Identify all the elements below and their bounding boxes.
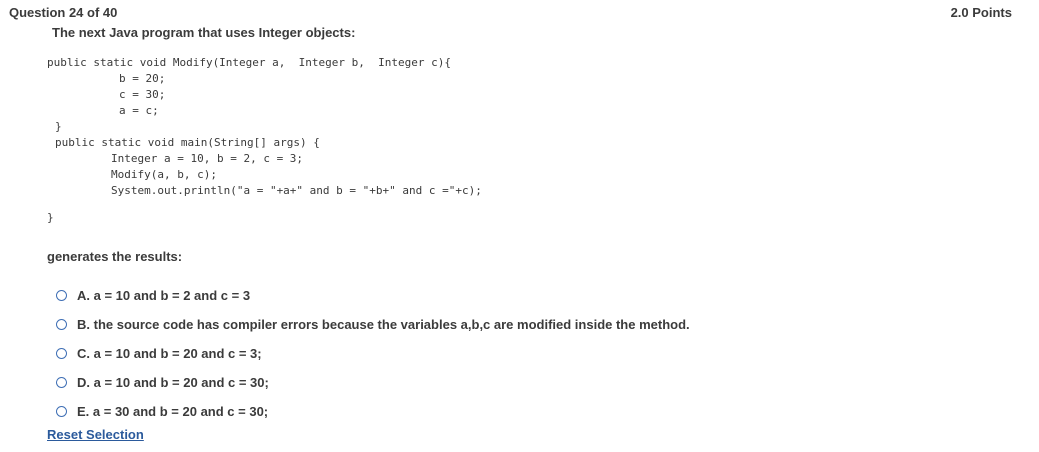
code-line: public static void Modify(Integer a, Int… [47, 56, 451, 69]
code-line: Modify(a, b, c); [111, 168, 217, 181]
option-label: C. a = 10 and b = 20 and c = 3; [77, 345, 262, 361]
question-number: Question 24 of 40 [9, 5, 118, 20]
radio-button[interactable] [56, 347, 67, 359]
code-line: } [47, 211, 54, 224]
radio-button[interactable] [56, 318, 67, 330]
answer-option-e[interactable]: E. a = 30 and b = 20 and c = 30; [56, 402, 268, 420]
option-label: A. a = 10 and b = 2 and c = 3 [77, 287, 251, 303]
code-line: b = 20; [119, 72, 166, 85]
question-intro: The next Java program that uses Integer … [52, 25, 356, 40]
code-line: } [55, 120, 62, 133]
option-label: E. a = 30 and b = 20 and c = 30; [77, 403, 269, 419]
answer-option-a[interactable]: A. a = 10 and b = 2 and c = 3 [56, 286, 250, 304]
answer-option-d[interactable]: D. a = 10 and b = 20 and c = 30; [56, 373, 269, 391]
code-line: c = 30; [119, 88, 166, 101]
radio-button[interactable] [56, 376, 67, 388]
question-points: 2.0 Points [950, 5, 1012, 20]
option-label: B. the source code has compiler errors b… [77, 316, 690, 332]
reset-selection-link[interactable]: Reset Selection [47, 427, 144, 442]
option-label: D. a = 10 and b = 20 and c = 30; [77, 374, 269, 390]
question-prompt: generates the results: [47, 249, 183, 264]
code-line: public static void main(String[] args) { [55, 136, 320, 149]
radio-button[interactable] [56, 405, 67, 417]
code-line: System.out.println("a = "+a+" and b = "+… [111, 184, 482, 197]
question-header: Question 24 of 40 2.0 Points [0, 0, 1039, 22]
code-line: a = c; [119, 104, 159, 117]
code-line: Integer a = 10, b = 2, c = 3; [111, 152, 304, 165]
answer-option-c[interactable]: C. a = 10 and b = 20 and c = 3; [56, 344, 262, 362]
answer-option-b[interactable]: B. the source code has compiler errors b… [56, 315, 690, 333]
radio-button[interactable] [56, 289, 67, 301]
